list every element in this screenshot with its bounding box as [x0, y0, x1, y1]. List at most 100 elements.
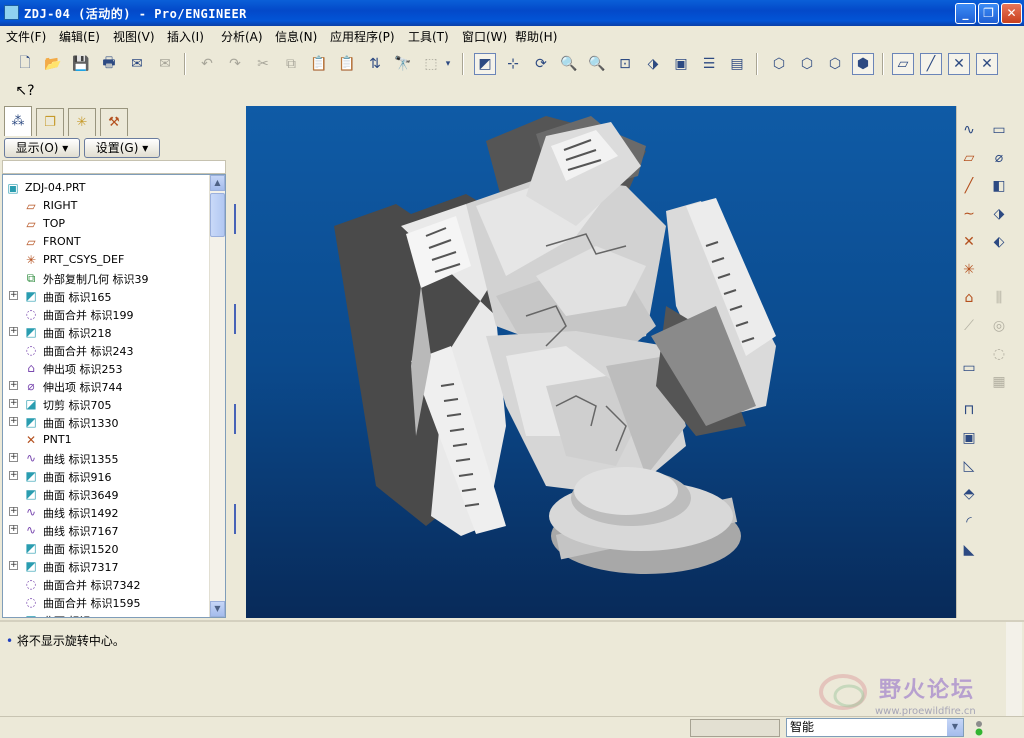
select-dropdown-icon[interactable]: ▾ — [442, 53, 454, 75]
datum-axis-icon[interactable]: ╱ — [957, 174, 981, 198]
tree-item[interactable]: + ◩ 曲面 标识218 — [3, 323, 211, 341]
tree-item[interactable]: + ∿ 曲线 标识1355 — [3, 449, 211, 467]
datum-plane-icon[interactable]: ▱ — [957, 146, 981, 170]
tree-item[interactable]: ◩ 曲面 标识1520 — [3, 539, 211, 557]
rib-icon[interactable]: ◺ — [957, 454, 981, 478]
tree-item[interactable]: ◌ 曲面合并 标识199 — [3, 305, 211, 323]
favorites-tab[interactable]: ✳ — [68, 108, 96, 136]
scroll-down-icon[interactable]: ▼ — [210, 601, 225, 617]
sketch-tool-icon[interactable]: ▭ — [957, 356, 981, 380]
tree-item[interactable]: ✕ PNT1 — [3, 431, 211, 449]
menu-analysis[interactable]: 分析(A) — [221, 28, 263, 45]
no-hidden-icon[interactable]: ⬡ — [824, 53, 846, 75]
menu-view[interactable]: 视图(V) — [113, 28, 155, 45]
trim-icon[interactable]: ◌ — [987, 342, 1011, 366]
scroll-thumb[interactable] — [210, 193, 225, 237]
pattern-icon[interactable]: ▦ — [987, 370, 1011, 394]
tree-item[interactable]: ◩ 曲面 标识1628 — [3, 611, 211, 617]
view-manager-icon[interactable]: ▤ — [726, 53, 748, 75]
show-dropdown-button[interactable]: 显示(O) ▾ — [4, 138, 80, 158]
open-folder-icon[interactable]: 📂 — [42, 53, 64, 75]
redraw-icon[interactable]: ◩ — [474, 53, 496, 75]
save-icon[interactable]: 💾 — [70, 53, 92, 75]
close-button[interactable]: ✕ — [1001, 3, 1022, 24]
layers-tab[interactable]: ❐ — [36, 108, 64, 136]
selection-filter-select[interactable]: 智能 ▼ — [786, 718, 964, 737]
tree-item[interactable]: ▱ RIGHT — [3, 197, 211, 215]
graphics-window[interactable] — [246, 106, 956, 618]
datum-axes-toggle-icon[interactable]: ╱ — [920, 53, 942, 75]
chevron-down-icon[interactable]: ▼ — [947, 719, 963, 736]
merge-icon[interactable]: ◎ — [987, 314, 1011, 338]
expand-icon[interactable]: + — [9, 453, 18, 462]
paste-special-icon[interactable]: 📋 — [336, 53, 358, 75]
orient-mode-icon[interactable]: ⟳ — [530, 53, 552, 75]
scroll-up-icon[interactable]: ▲ — [210, 175, 225, 191]
tree-item[interactable]: + ◩ 曲面 标识165 — [3, 287, 211, 305]
sketched-curve-icon[interactable]: ∿ — [957, 118, 981, 142]
menu-window[interactable]: 窗口(W) — [462, 28, 507, 45]
shading-icon[interactable]: ⬢ — [852, 53, 874, 75]
tree-item[interactable]: ▱ TOP — [3, 215, 211, 233]
round-icon[interactable]: ◜ — [957, 510, 981, 534]
redo-icon[interactable]: ↷ — [224, 53, 246, 75]
expand-icon[interactable]: + — [9, 399, 18, 408]
tree-item[interactable]: ⌂ 伸出项 标识253 — [3, 359, 211, 377]
hole-icon[interactable]: ⊓ — [957, 398, 981, 422]
wireframe-icon[interactable]: ⬡ — [768, 53, 790, 75]
expand-icon[interactable]: + — [9, 417, 18, 426]
tree-item[interactable]: + ◩ 曲面 标识916 — [3, 467, 211, 485]
saved-views-icon[interactable]: ▣ — [670, 53, 692, 75]
web-tab[interactable]: ⚒ — [100, 108, 128, 136]
datum-csys-icon[interactable]: ✳ — [957, 258, 981, 282]
model-tree-tab[interactable]: ⁂ — [4, 106, 32, 136]
cut-icon[interactable]: ✂ — [252, 53, 274, 75]
tree-item[interactable]: ◌ 曲面合并 标识243 — [3, 341, 211, 359]
menu-info[interactable]: 信息(N) — [275, 28, 317, 45]
csys-toggle-icon[interactable]: ✕ — [976, 53, 998, 75]
shell-icon[interactable]: ▣ — [957, 426, 981, 450]
draft-icon[interactable]: ⬘ — [957, 482, 981, 506]
expand-icon[interactable]: + — [9, 327, 18, 336]
tree-item[interactable]: ◩ 曲面 标识3649 — [3, 485, 211, 503]
menu-file[interactable]: 文件(F) — [6, 28, 46, 45]
boundary-blend-icon[interactable]: ⬖ — [987, 230, 1011, 254]
expand-icon[interactable]: + — [9, 471, 18, 480]
ruler-icon[interactable]: ⟋ — [957, 314, 981, 338]
datum-point-icon[interactable]: ✕ — [957, 230, 981, 254]
revolve-icon[interactable]: ⌀ — [987, 146, 1011, 170]
maximize-button[interactable]: ❐ — [978, 3, 999, 24]
minimize-button[interactable]: _ — [955, 3, 976, 24]
paste-icon[interactable]: 📋 — [308, 53, 330, 75]
select-box-icon[interactable]: ⬚ — [420, 53, 442, 75]
tree-item[interactable]: + ∿ 曲线 标识1492 — [3, 503, 211, 521]
tree-item[interactable]: + ◩ 曲面 标识1330 — [3, 413, 211, 431]
tree-item[interactable]: ▱ FRONT — [3, 233, 211, 251]
datum-planes-toggle-icon[interactable]: ▱ — [892, 53, 914, 75]
zoom-in-icon[interactable]: 🔍 — [558, 53, 580, 75]
send-link-icon[interactable]: ✉ — [154, 53, 176, 75]
regenerate-icon[interactable]: ⇅ — [364, 53, 386, 75]
expand-icon[interactable]: + — [9, 507, 18, 516]
context-help-icon[interactable]: ↖? — [14, 80, 36, 102]
tree-item[interactable]: ◌ 曲面合并 标识1595 — [3, 593, 211, 611]
menu-help[interactable]: 帮助(H) — [515, 28, 557, 45]
print-icon[interactable]: 🖶 — [98, 53, 120, 75]
new-file-icon[interactable]: 🗋 — [14, 53, 36, 75]
chamfer-icon[interactable]: ◣ — [957, 538, 981, 562]
expand-icon[interactable]: + — [9, 291, 18, 300]
undo-icon[interactable]: ↶ — [196, 53, 218, 75]
spin-center-icon[interactable]: ⊹ — [502, 53, 524, 75]
layers-icon[interactable]: ☰ — [698, 53, 720, 75]
menu-applications[interactable]: 应用程序(P) — [330, 28, 395, 45]
reorient-icon[interactable]: ⬗ — [642, 53, 664, 75]
sweep-icon[interactable]: ◧ — [987, 174, 1011, 198]
tree-scrollbar[interactable]: ▲ ▼ — [209, 175, 225, 617]
expand-icon[interactable]: + — [9, 381, 18, 390]
panel-splitter[interactable] — [231, 104, 245, 620]
tree-item[interactable]: ◌ 曲面合并 标识7342 — [3, 575, 211, 593]
refit-icon[interactable]: ⊡ — [614, 53, 636, 75]
send-mail-icon[interactable]: ✉ — [126, 53, 148, 75]
hidden-line-icon[interactable]: ⬡ — [796, 53, 818, 75]
tree-item[interactable]: + ∿ 曲线 标识7167 — [3, 521, 211, 539]
